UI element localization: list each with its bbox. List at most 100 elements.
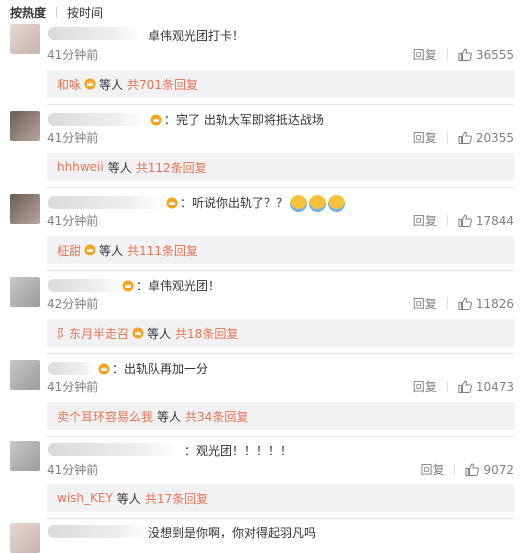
vip-badge-icon — [132, 327, 144, 339]
comment-text: ：听说你出轨了？？ — [180, 194, 346, 212]
action-divider — [446, 49, 448, 60]
username-blurred[interactable] — [48, 525, 148, 538]
hug-emoji-icon — [309, 195, 327, 212]
avatar[interactable] — [10, 194, 40, 224]
avatar[interactable] — [10, 277, 40, 307]
like-button[interactable]: 10473 — [458, 380, 514, 394]
reply-etc: 等人 — [157, 409, 182, 424]
like-button[interactable]: 36555 — [458, 48, 514, 62]
action-divider — [446, 298, 448, 309]
reply-user-link[interactable]: 阝东月半走召 — [57, 325, 129, 342]
reply-count-link[interactable]: 共34条回复 — [185, 408, 248, 425]
reply-count-link[interactable]: 共112条回复 — [136, 159, 207, 176]
thumbs-up-icon — [458, 297, 472, 310]
comment-actions: 回复 9072 — [420, 461, 514, 478]
vip-badge-icon — [84, 78, 96, 90]
comment-actions: 回复 11826 — [413, 295, 514, 312]
username-blurred[interactable] — [48, 279, 120, 292]
reply-count-link[interactable]: 共701条回复 — [127, 76, 198, 93]
reply-summary: 柾甜 等人 共111条回复 — [47, 236, 514, 264]
hug-emoji-icon — [328, 195, 346, 212]
username-blurred[interactable] — [48, 113, 146, 126]
action-divider — [446, 132, 448, 143]
reply-count-link[interactable]: 共17条回复 — [145, 490, 208, 507]
reply-user-link[interactable]: 卖个耳环容易么我 — [57, 408, 153, 425]
action-divider — [446, 215, 448, 226]
username-blurred[interactable] — [48, 362, 96, 375]
reply-etc: 等人 — [116, 491, 141, 506]
vip-badge-icon — [166, 197, 178, 209]
reply-etc: 等人 — [107, 160, 132, 175]
vip-badge-icon — [98, 363, 110, 375]
divider — [47, 436, 514, 437]
divider — [47, 353, 514, 354]
reply-summary: hhhweii 等人 共112条回复 — [47, 153, 514, 181]
like-count: 11826 — [475, 296, 514, 311]
reply-button[interactable]: 回复 — [413, 46, 437, 63]
reply-etc: 等人 — [99, 77, 124, 92]
divider — [47, 104, 514, 105]
username-blurred[interactable] — [48, 196, 164, 209]
reply-button[interactable]: 回复 — [413, 295, 437, 312]
comment-time: 42分钟前 — [47, 297, 99, 311]
avatar[interactable] — [10, 360, 40, 390]
avatar[interactable] — [10, 111, 40, 141]
like-count: 10473 — [475, 379, 514, 394]
reply-button[interactable]: 回复 — [413, 212, 437, 229]
vip-badge-icon — [122, 280, 134, 292]
comment-actions: 回复 17844 — [413, 212, 514, 229]
thumbs-up-icon — [458, 380, 472, 393]
reply-button[interactable]: 回复 — [413, 378, 437, 395]
like-button[interactable]: 9072 — [465, 463, 514, 477]
reply-summary: 阝东月半走召 等人 共18条回复 — [47, 319, 514, 347]
vip-badge-icon — [84, 244, 96, 256]
comment-actions: 回复 20355 — [413, 129, 514, 146]
avatar[interactable] — [10, 523, 40, 553]
vip-badge-icon — [150, 114, 162, 126]
avatar[interactable] — [10, 441, 40, 471]
sort-tabs: 按热度 按时间 — [10, 2, 103, 22]
like-count: 36555 — [475, 47, 514, 62]
comment-actions: 回复 36555 — [413, 46, 514, 63]
reply-user-link[interactable]: hhhweii — [57, 160, 104, 174]
comment-text: ：完了 出轨大军即将抵达战场 — [164, 113, 324, 127]
thumbs-up-icon — [458, 131, 472, 144]
reply-button[interactable]: 回复 — [413, 129, 437, 146]
divider — [47, 270, 514, 271]
thumbs-up-icon — [465, 463, 480, 476]
avatar[interactable] — [10, 24, 40, 54]
comment-time: 41分钟前 — [47, 48, 99, 62]
comment-text: ：出轨队再加一分 — [112, 362, 209, 376]
comment-text: 没想到是你啊，你对得起羽凡吗 — [148, 526, 317, 540]
reply-etc: 等人 — [147, 326, 172, 341]
tab-by-hot[interactable]: 按热度 — [10, 4, 46, 21]
reply-count-link[interactable]: 共18条回复 — [175, 325, 238, 342]
comment-time: 41分钟前 — [47, 131, 99, 145]
like-count: 17844 — [475, 213, 514, 228]
hug-emoji-icon — [290, 195, 308, 212]
reply-button[interactable]: 回复 — [420, 461, 444, 478]
reply-user-link[interactable]: 和咏 — [57, 76, 81, 93]
reply-user-link[interactable]: wish_KEY — [57, 491, 113, 505]
tab-by-time[interactable]: 按时间 — [67, 4, 103, 21]
thumbs-up-icon — [458, 48, 472, 61]
reply-user-link[interactable]: 柾甜 — [57, 242, 81, 259]
comment-actions: 回复 10473 — [413, 378, 514, 395]
comment-text: ：观光团！！！！！ — [184, 444, 293, 458]
reply-count-link[interactable]: 共111条回复 — [127, 242, 198, 259]
reply-summary: wish_KEY 等人 共17条回复 — [47, 484, 514, 512]
like-count: 9072 — [483, 462, 514, 477]
tab-divider — [56, 6, 58, 18]
comment-text: 卓伟观光团打卡！ — [148, 29, 245, 43]
comment-text: ：卓伟观光团！ — [136, 279, 221, 293]
thumbs-up-icon — [458, 214, 472, 227]
action-divider — [446, 381, 448, 392]
comment-time: 41分钟前 — [47, 214, 99, 228]
username-blurred[interactable] — [48, 27, 140, 40]
divider — [47, 518, 514, 519]
username-blurred[interactable] — [48, 443, 178, 456]
like-button[interactable]: 11826 — [458, 297, 514, 311]
like-button[interactable]: 20355 — [458, 131, 514, 145]
like-button[interactable]: 17844 — [458, 214, 514, 228]
divider — [47, 187, 514, 188]
